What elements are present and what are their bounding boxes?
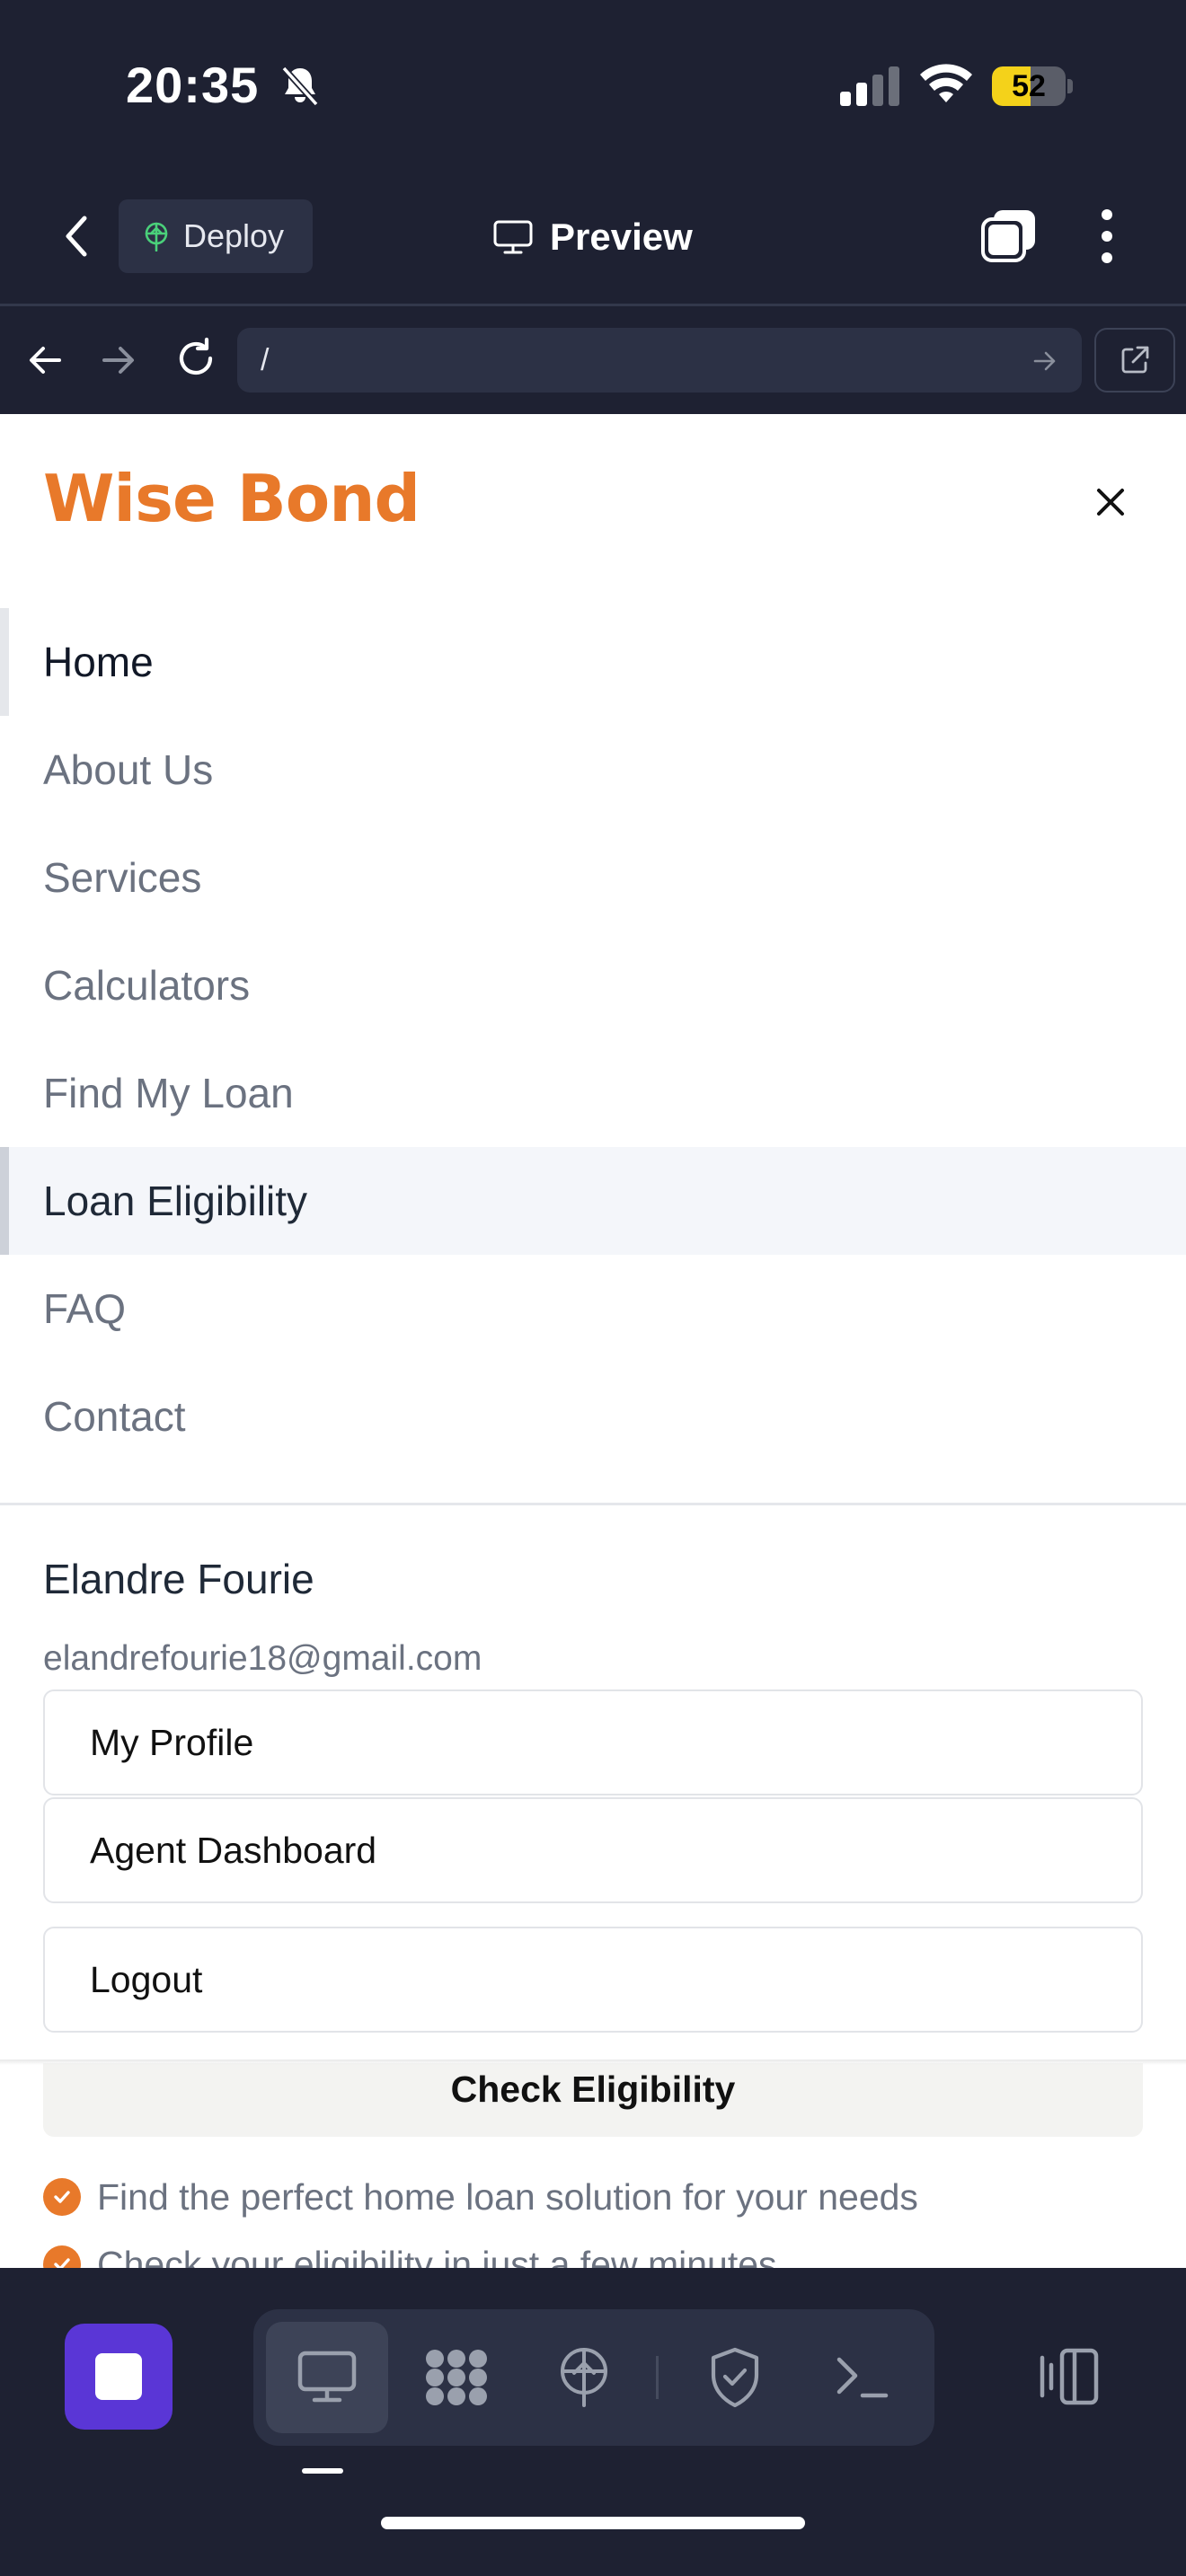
monitor-icon — [493, 220, 533, 254]
preview-label: Preview — [550, 216, 693, 258]
nav-item-loan-eligibility[interactable]: Loan Eligibility — [0, 1147, 1186, 1255]
nav-item-find-my-loan[interactable]: Find My Loan — [0, 1039, 1186, 1147]
nav-item-about-us[interactable]: About Us — [0, 716, 1186, 824]
terminal-icon — [836, 2357, 889, 2398]
check-circle-icon — [43, 2245, 81, 2268]
panel-toggle-icon[interactable] — [1033, 2345, 1102, 2408]
preview-tab[interactable]: Preview — [492, 210, 693, 264]
deploy-label: Deploy — [183, 217, 285, 254]
cellular-signal-icon — [840, 66, 899, 106]
open-external-button[interactable] — [1094, 328, 1175, 393]
my-profile-button[interactable]: My Profile — [43, 1689, 1143, 1795]
home-indicator[interactable] — [381, 2517, 805, 2529]
more-vertical-icon[interactable] — [1089, 207, 1125, 266]
feature-item: Find the perfect home loan solution for … — [43, 2170, 918, 2224]
view-switcher — [253, 2309, 934, 2446]
wifi-icon — [920, 64, 972, 102]
feature-text: Check your eligibility in just a few min… — [97, 2243, 777, 2269]
check-eligibility-button[interactable]: Check Eligibility — [43, 2063, 1143, 2137]
monitor-icon — [297, 2351, 357, 2403]
stop-button[interactable] — [65, 2324, 173, 2430]
modules-icon — [426, 2350, 487, 2405]
web-preview: Wise Bond Home About Us Services Calcula… — [0, 414, 1186, 2268]
bottom-toolbar — [0, 2268, 1186, 2576]
url-bar[interactable] — [237, 328, 1082, 393]
agent-dashboard-button[interactable]: Agent Dashboard — [43, 1797, 1143, 1903]
user-email: elandrefourie18@gmail.com — [43, 1639, 482, 1678]
tab-security[interactable] — [674, 2322, 796, 2433]
check-circle-icon — [43, 2178, 81, 2216]
reload-icon[interactable] — [174, 337, 217, 380]
battery-level: 52 — [1012, 69, 1046, 103]
status-bar: 20:35 52 — [0, 0, 1186, 171]
mobile-nav-menu: Home About Us Services Calculators Find … — [0, 608, 1186, 1470]
battery-tip — [1067, 79, 1073, 93]
nav-item-services[interactable]: Services — [0, 824, 1186, 931]
tab-deployments[interactable] — [523, 2322, 645, 2433]
battery-icon: 52 — [992, 66, 1073, 106]
tab-preview[interactable] — [266, 2322, 388, 2433]
external-link-icon — [1121, 346, 1149, 374]
app-bar: Deploy Preview — [0, 171, 1186, 305]
active-tab-indicator — [302, 2468, 343, 2474]
close-icon[interactable] — [1091, 482, 1130, 522]
bell-slash-icon — [281, 66, 319, 107]
deploy-button[interactable]: Deploy — [119, 199, 313, 273]
chevron-left-icon[interactable] — [54, 211, 99, 261]
user-name: Elandre Fourie — [43, 1556, 314, 1602]
arrow-left-icon[interactable] — [25, 340, 65, 380]
drawer-edge-shadow — [0, 2060, 1186, 2065]
nav-item-home[interactable]: Home — [0, 608, 1186, 716]
arrow-go-icon[interactable] — [1031, 348, 1058, 375]
stop-icon — [95, 2353, 142, 2400]
menu-divider — [0, 1503, 1186, 1505]
deploy-icon — [561, 2348, 607, 2407]
switcher-separator — [656, 2356, 659, 2399]
deploy-icon — [145, 222, 168, 251]
logout-button[interactable]: Logout — [43, 1927, 1143, 2033]
nav-item-faq[interactable]: FAQ — [0, 1255, 1186, 1363]
nav-item-contact[interactable]: Contact — [0, 1363, 1186, 1470]
feature-item: Check your eligibility in just a few min… — [43, 2237, 777, 2268]
shield-check-icon — [711, 2347, 759, 2408]
brand-logo[interactable]: Wise Bond — [43, 461, 420, 536]
browser-bar — [0, 306, 1186, 414]
status-time: 20:35 — [126, 57, 260, 113]
arrow-right-icon[interactable] — [99, 340, 138, 380]
url-input[interactable] — [261, 328, 997, 393]
tab-shell[interactable] — [801, 2322, 924, 2433]
tab-modules[interactable] — [395, 2322, 518, 2433]
feature-text: Find the perfect home loan solution for … — [97, 2175, 918, 2218]
tabs-icon[interactable] — [981, 208, 1037, 264]
nav-item-calculators[interactable]: Calculators — [0, 931, 1186, 1039]
